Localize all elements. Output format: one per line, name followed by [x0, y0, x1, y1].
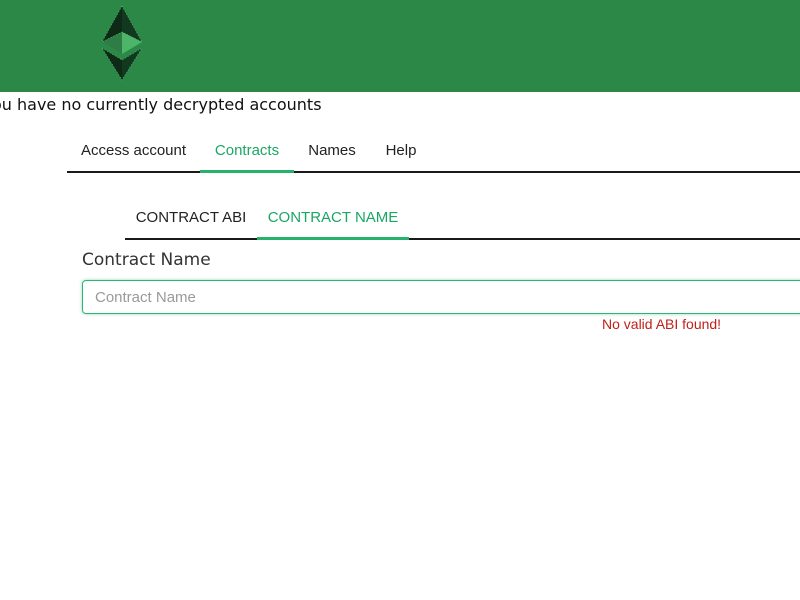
tab-contract-name[interactable]: CONTRACT NAME: [257, 198, 409, 240]
tab-access-account[interactable]: Access account: [67, 131, 200, 171]
tab-help[interactable]: Help: [370, 131, 432, 171]
contract-name-input[interactable]: [82, 280, 800, 314]
contract-sub-tabs: CONTRACT ABI CONTRACT NAME: [125, 198, 800, 240]
tab-names[interactable]: Names: [294, 131, 370, 171]
app-header: [0, 0, 800, 92]
main-nav-tabs: Access account Contracts Names Help: [67, 131, 800, 173]
ethereum-classic-logo-icon[interactable]: [98, 4, 146, 82]
tab-contracts[interactable]: Contracts: [200, 131, 294, 173]
abi-error-message: No valid ABI found!: [602, 316, 722, 332]
contract-name-label: Contract Name: [82, 250, 211, 270]
tab-contract-abi[interactable]: CONTRACT ABI: [125, 198, 257, 238]
no-accounts-message: ou have no currently decrypted accounts: [0, 95, 322, 114]
